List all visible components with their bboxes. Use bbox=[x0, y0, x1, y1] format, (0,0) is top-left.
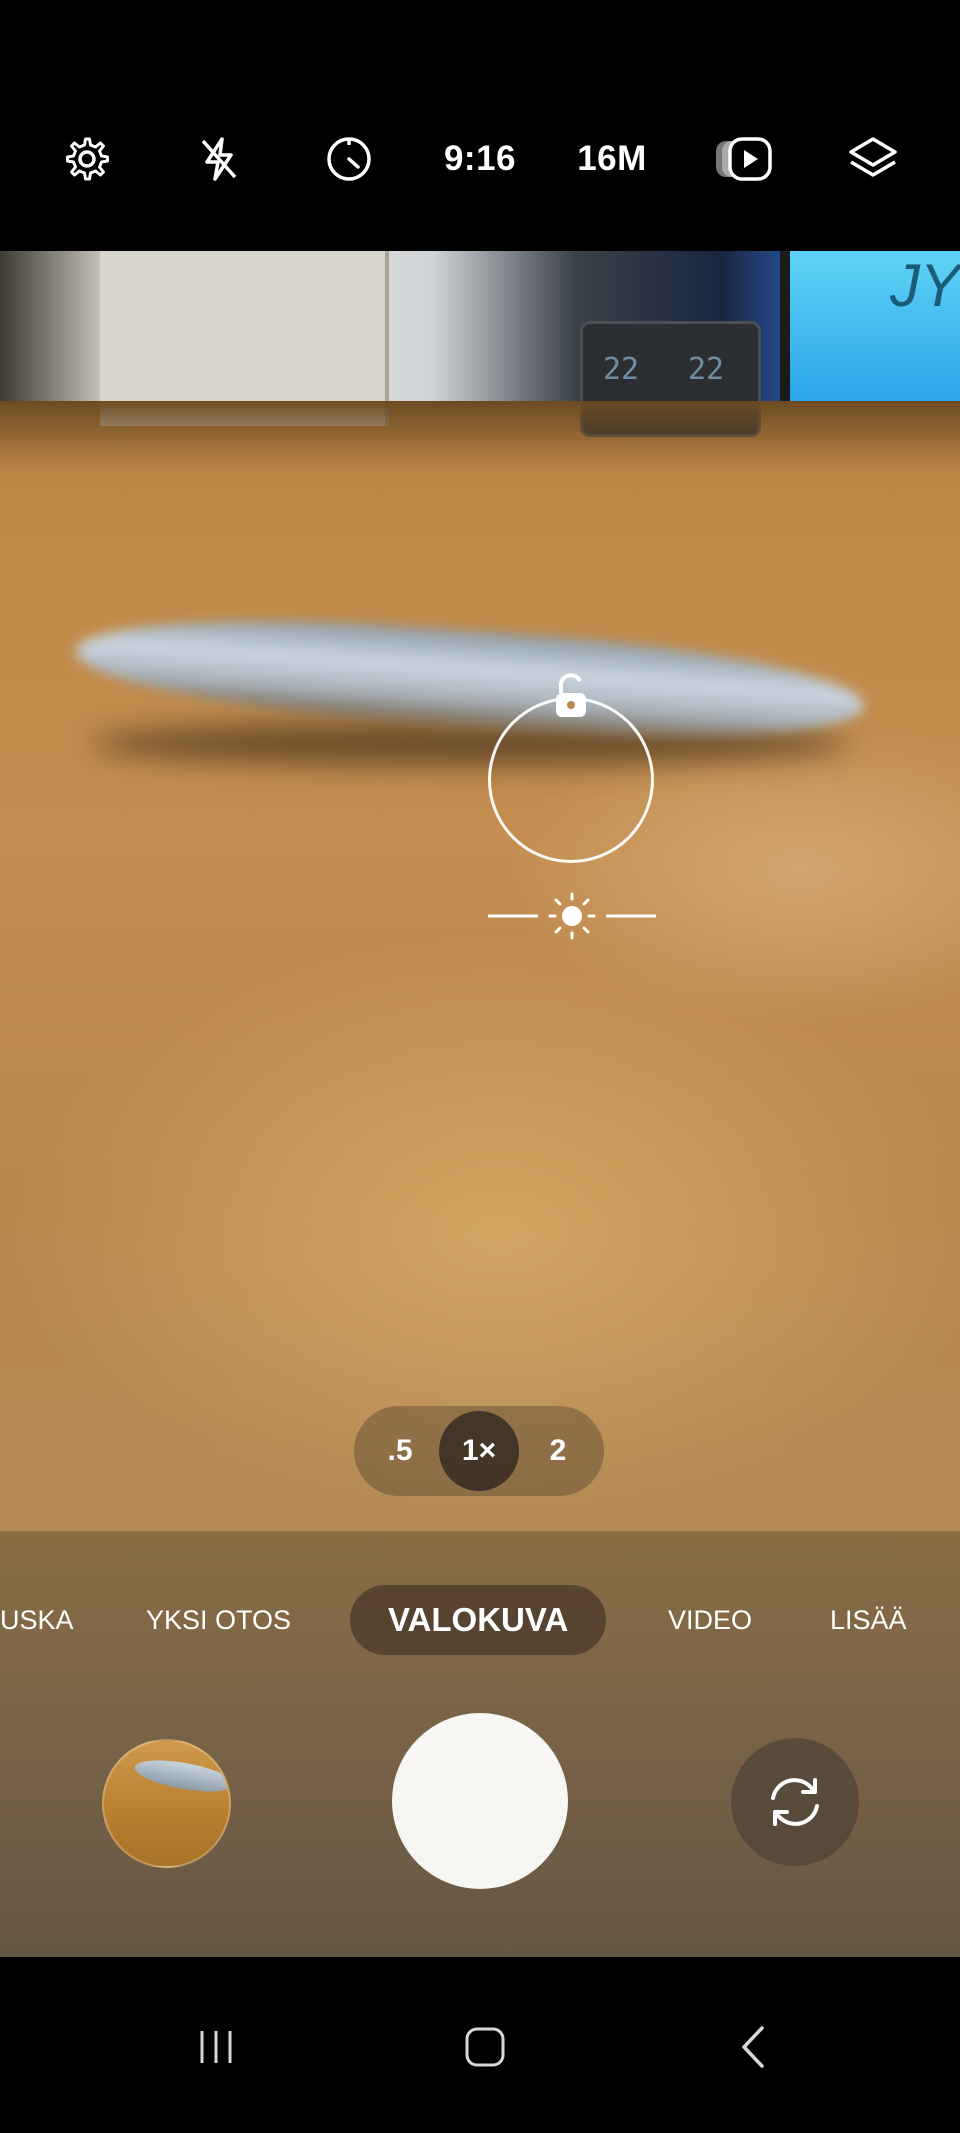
mode-label: VIDEO bbox=[668, 1604, 753, 1635]
top-toolbar: 9:16 16M bbox=[0, 0, 960, 251]
monitor-text: JY bbox=[890, 252, 960, 319]
home-icon bbox=[465, 2027, 505, 2067]
clock-left-digits: 22 bbox=[603, 352, 640, 387]
filters-button[interactable] bbox=[836, 122, 910, 196]
motion-photo-icon bbox=[716, 137, 772, 181]
zoom-option-0-5[interactable]: .5 bbox=[360, 1406, 440, 1496]
background-monitor: JY bbox=[780, 251, 960, 401]
timer-icon bbox=[327, 137, 371, 181]
recents-icon bbox=[200, 2031, 232, 2063]
resolution-label: 16M bbox=[577, 139, 647, 178]
home-button[interactable] bbox=[435, 2002, 535, 2092]
table-edge bbox=[0, 401, 960, 471]
layers-icon bbox=[849, 137, 897, 177]
timer-button[interactable] bbox=[312, 122, 386, 196]
mode-video[interactable]: VIDEO bbox=[668, 1585, 752, 1655]
back-icon bbox=[742, 2026, 764, 2068]
shutter-button[interactable] bbox=[392, 1713, 568, 1889]
mode-label: USKA bbox=[0, 1604, 74, 1635]
flash-off-icon bbox=[201, 137, 237, 181]
system-navigation-bar bbox=[0, 1957, 960, 2133]
clock-right-digits: 22 bbox=[688, 352, 725, 387]
mode-label: VALOKUVA bbox=[388, 1601, 569, 1638]
sun-icon bbox=[548, 892, 596, 940]
exposure-slider[interactable] bbox=[488, 886, 656, 946]
recents-button[interactable] bbox=[166, 2002, 266, 2092]
motion-photo-button[interactable] bbox=[708, 122, 782, 196]
aspect-ratio-button[interactable]: 9:16 bbox=[435, 122, 525, 196]
mode-lisaa[interactable]: LISÄÄ bbox=[830, 1585, 907, 1655]
back-button[interactable] bbox=[704, 2002, 804, 2092]
mode-label: LISÄÄ bbox=[830, 1604, 907, 1635]
mode-uska[interactable]: USKA bbox=[0, 1585, 74, 1655]
mode-valokuva[interactable]: VALOKUVA bbox=[350, 1585, 607, 1655]
flash-button[interactable] bbox=[182, 122, 256, 196]
background-cabinet bbox=[100, 251, 389, 426]
switch-camera-button[interactable] bbox=[731, 1738, 859, 1866]
focus-ring[interactable] bbox=[488, 697, 654, 863]
zoom-option-2[interactable]: 2 bbox=[518, 1406, 598, 1496]
zoom-label: 1× bbox=[461, 1434, 497, 1467]
resolution-button[interactable]: 16M bbox=[570, 122, 654, 196]
aspect-ratio-label: 9:16 bbox=[443, 139, 517, 178]
mode-label: YKSI OTOS bbox=[146, 1604, 292, 1635]
mode-yksi-otos[interactable]: YKSI OTOS bbox=[146, 1585, 291, 1655]
settings-button[interactable] bbox=[50, 122, 124, 196]
gear-icon bbox=[66, 137, 109, 181]
zoom-label: .5 bbox=[387, 1434, 413, 1467]
gallery-thumbnail[interactable] bbox=[102, 1739, 231, 1868]
switch-camera-icon bbox=[771, 1778, 819, 1826]
zoom-option-1x[interactable]: 1× bbox=[439, 1411, 519, 1491]
unlock-icon[interactable] bbox=[553, 671, 589, 721]
zoom-selector: .5 1× 2 bbox=[354, 1406, 604, 1496]
zoom-label: 2 bbox=[549, 1434, 567, 1467]
